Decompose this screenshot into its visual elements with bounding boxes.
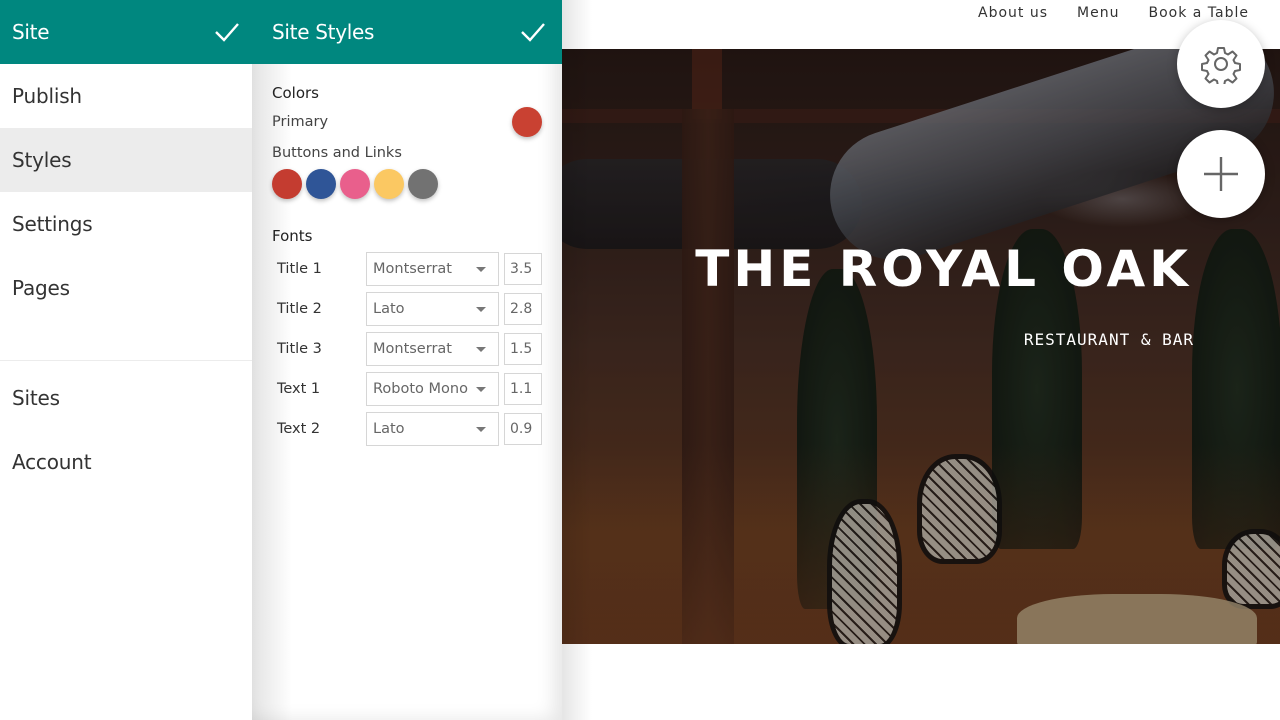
font-row-label: Text 1 (277, 381, 321, 397)
primary-color-row: Primary (272, 106, 542, 138)
dropdown-caret-icon (476, 426, 486, 432)
nav-divider (0, 360, 252, 361)
font-size-input[interactable] (504, 333, 542, 365)
font-select-value: Lato (373, 421, 405, 437)
buttons-links-label: Buttons and Links (272, 145, 402, 161)
site-nav-panel: Site Publish Styles Settings Pages Sites… (0, 0, 252, 720)
nav-item-label: Pages (12, 276, 70, 300)
styles-body: Colors Primary Buttons and Links Fonts T… (252, 64, 562, 449)
nav-item-styles[interactable]: Styles (0, 128, 252, 192)
nav-link-book-table[interactable]: Book a Table (1148, 5, 1249, 21)
nav-item-label: Styles (12, 148, 72, 172)
nav-item-settings[interactable]: Settings (0, 192, 252, 256)
font-select[interactable]: Roboto Mono (366, 372, 499, 406)
font-size-input[interactable] (504, 293, 542, 325)
nav-link-menu[interactable]: Menu (1077, 5, 1119, 21)
font-size-input[interactable] (504, 253, 542, 285)
dropdown-caret-icon (476, 346, 486, 352)
dropdown-caret-icon (476, 306, 486, 312)
font-row-title-3: Title 3 Montserrat (272, 329, 542, 369)
font-row-title-2: Title 2 Lato (272, 289, 542, 329)
hero-subtitle: RESTAURANT & BAR (1023, 330, 1194, 349)
dropdown-caret-icon (476, 386, 486, 392)
dropdown-caret-icon (476, 266, 486, 272)
nav-item-account[interactable]: Account (0, 430, 252, 494)
font-row-label: Title 1 (277, 261, 322, 277)
nav-item-label: Account (12, 450, 92, 474)
font-row-text-1: Text 1 Roboto Mono (272, 369, 542, 409)
buttons-links-swatches (272, 169, 542, 199)
styles-panel-header: Site Styles (252, 0, 562, 64)
check-icon (215, 23, 239, 42)
font-size-input[interactable] (504, 413, 542, 445)
nav-item-label: Settings (12, 212, 93, 236)
font-row-title-1: Title 1 Montserrat (272, 249, 542, 289)
color-swatch-gray[interactable] (408, 169, 438, 199)
font-row-label: Title 3 (277, 341, 322, 357)
add-section-button[interactable] (1177, 130, 1265, 218)
color-swatch-blue[interactable] (306, 169, 336, 199)
font-select[interactable]: Lato (366, 292, 499, 326)
font-select[interactable]: Lato (366, 412, 499, 446)
check-icon (521, 23, 545, 42)
styles-panel-confirm-button[interactable] (518, 17, 548, 47)
site-panel-confirm-button[interactable] (212, 17, 242, 47)
font-select-value: Montserrat (373, 341, 452, 357)
page-settings-button[interactable] (1177, 20, 1265, 108)
gear-icon (1201, 47, 1241, 84)
site-header-nav: About us Menu Book a Table (978, 5, 1249, 21)
color-swatch-yellow[interactable] (374, 169, 404, 199)
primary-color-swatch[interactable] (512, 107, 542, 137)
color-swatch-red[interactable] (272, 169, 302, 199)
colors-section-title: Colors (272, 84, 319, 102)
color-swatch-pink[interactable] (340, 169, 370, 199)
nav-link-about[interactable]: About us (978, 5, 1048, 21)
nav-item-label: Sites (12, 386, 60, 410)
site-preview: About us Menu Book a Table THE ROYAL OAK… (562, 0, 1280, 720)
fonts-section-title: Fonts (272, 227, 313, 245)
font-row-text-2: Text 2 Lato (272, 409, 542, 449)
nav-item-pages[interactable]: Pages (0, 256, 252, 320)
font-select[interactable]: Montserrat (366, 332, 499, 366)
nav-item-publish[interactable]: Publish (0, 64, 252, 128)
nav-item-sites[interactable]: Sites (0, 366, 252, 430)
font-row-label: Text 2 (277, 421, 321, 437)
site-styles-panel: Site Styles Colors Primary Buttons and L… (252, 0, 562, 720)
primary-color-label: Primary (272, 114, 329, 130)
nav-item-label: Publish (12, 84, 82, 108)
plus-icon (1204, 157, 1238, 191)
styles-panel-title: Site Styles (272, 20, 375, 44)
font-select-value: Montserrat (373, 261, 452, 277)
font-row-label: Title 2 (277, 301, 322, 317)
font-select-value: Roboto Mono (373, 381, 468, 397)
hero-title: THE ROYAL OAK (695, 240, 1192, 298)
font-select[interactable]: Montserrat (366, 252, 499, 286)
font-size-input[interactable] (504, 373, 542, 405)
site-panel-header: Site (0, 0, 252, 64)
font-select-value: Lato (373, 301, 405, 317)
site-panel-title: Site (12, 20, 50, 44)
